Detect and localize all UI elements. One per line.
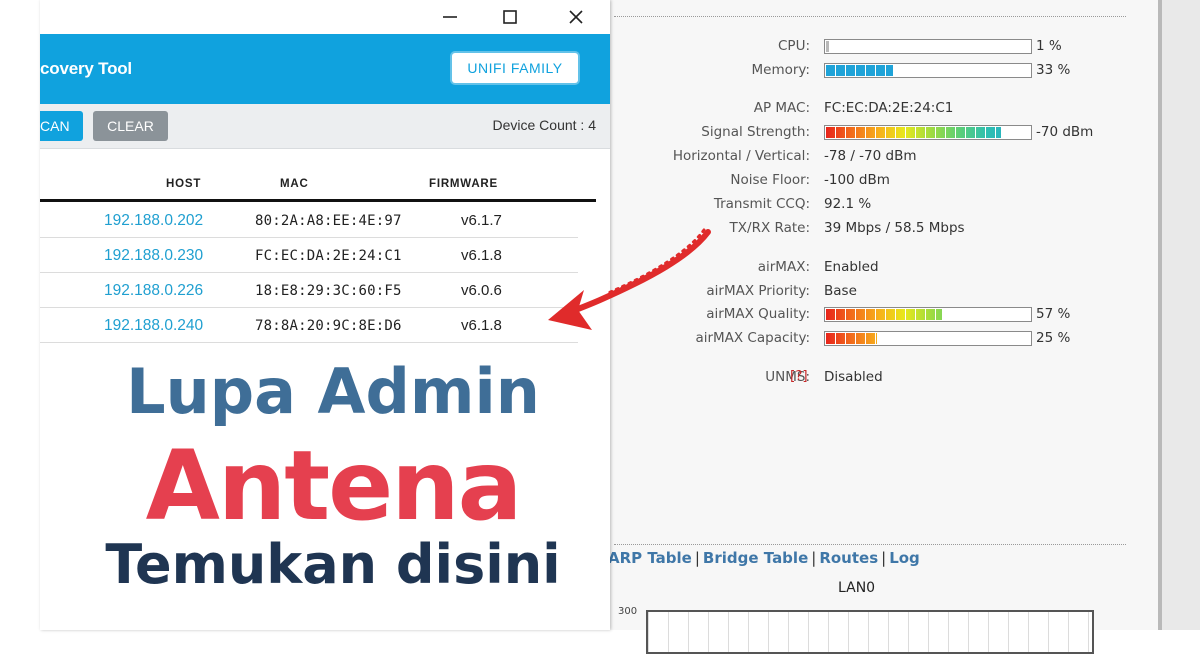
unms-help-link[interactable]: [?]	[790, 368, 808, 384]
ccq-row: Transmit CCQ: 92.1 %	[600, 194, 1120, 214]
cpu-value: 1 %	[1036, 38, 1062, 54]
cpu-bar-fill	[826, 41, 829, 52]
table-header-divider	[40, 199, 596, 202]
airmax-capacity-bar-fill	[826, 333, 877, 344]
signal-label: Signal Strength:	[701, 124, 810, 140]
airmax-label: airMAX:	[757, 259, 810, 275]
airmax-quality-value: 57 %	[1036, 306, 1071, 322]
ap-mac-label: AP MAC:	[753, 100, 810, 116]
unifi-family-button[interactable]: UNIFI FAMILY	[452, 53, 578, 83]
app-title: covery Tool	[40, 59, 132, 78]
maximize-icon[interactable]	[498, 5, 522, 29]
ap-mac-value: FC:EC:DA:2E:24:C1	[824, 100, 954, 116]
table-row[interactable]: 192.188.0.230 FC:EC:DA:2E:24:C1 v6.1.8	[40, 238, 578, 273]
host-link[interactable]: 192.188.0.226	[104, 282, 203, 300]
app-header: covery Tool UNIFI FAMILY	[40, 34, 610, 104]
horiz-vert-row: Horizontal / Vertical: -78 / -70 dBm	[600, 146, 1120, 166]
window-titlebar	[40, 0, 610, 34]
ap-mac-row: AP MAC: FC:EC:DA:2E:24:C1	[600, 98, 1120, 118]
unms-value: Disabled	[824, 369, 883, 385]
firmware-cell: v6.1.8	[461, 317, 502, 334]
airmax-priority-value: Base	[824, 283, 857, 299]
memory-value: 33 %	[1036, 62, 1071, 78]
tab-log[interactable]: Log	[889, 549, 920, 567]
airmax-priority-label: airMAX Priority:	[706, 283, 810, 299]
page-margin	[1162, 0, 1200, 630]
headline-line-1: Lupa Admin	[126, 355, 540, 428]
unms-row: UNMS: Disabled	[600, 367, 1120, 387]
memory-bar-fill	[826, 65, 893, 76]
airmax-quality-bar-fill	[826, 309, 942, 320]
toolbar: CAN CLEAR Device Count : 4	[40, 104, 610, 149]
tab-bridge-table[interactable]: Bridge Table	[703, 549, 808, 567]
mac-cell: FC:EC:DA:2E:24:C1	[255, 248, 402, 264]
red-arrow-icon	[548, 228, 711, 330]
column-header-firmware[interactable]: FIRMWARE	[429, 178, 498, 190]
memory-bar	[824, 63, 1032, 78]
noise-floor-label: Noise Floor:	[730, 172, 810, 188]
cpu-row: CPU: 1 %	[600, 36, 1120, 56]
tab-separator: |	[881, 549, 887, 567]
signal-row: Signal Strength: -70 dBm	[600, 122, 1120, 142]
airmax-quality-label: airMAX Quality:	[706, 306, 810, 322]
memory-label: Memory:	[751, 62, 810, 78]
table-row[interactable]: 192.188.0.240 78:8A:20:9C:8E:D6 v6.1.8	[40, 308, 578, 343]
mac-cell: 78:8A:20:9C:8E:D6	[255, 318, 402, 334]
tab-routes[interactable]: Routes	[819, 549, 878, 567]
noise-floor-row: Noise Floor: -100 dBm	[600, 170, 1120, 190]
table-row[interactable]: 192.188.0.226 18:E8:29:3C:60:F5 v6.0.6	[40, 273, 578, 308]
ccq-value: 92.1 %	[824, 196, 872, 212]
signal-bar	[824, 125, 1032, 140]
divider-top	[614, 16, 1126, 17]
clear-button[interactable]: CLEAR	[93, 111, 168, 141]
scan-button[interactable]: CAN	[40, 111, 83, 141]
horiz-vert-label: Horizontal / Vertical:	[672, 148, 810, 164]
tab-separator: |	[694, 549, 700, 567]
table-row[interactable]: 192.188.0.202 80:2A:A8:EE:4E:97 v6.1.7	[40, 203, 578, 238]
firmware-cell: v6.1.7	[461, 212, 502, 229]
tab-bar: ARP Table | Bridge Table | Routes | Log	[608, 549, 920, 567]
signal-bar-fill	[826, 127, 1001, 138]
host-link[interactable]: 192.188.0.202	[104, 212, 203, 230]
column-header-host[interactable]: HOST	[166, 178, 201, 190]
traffic-graph	[646, 610, 1094, 654]
mac-cell: 80:2A:A8:EE:4E:97	[255, 213, 402, 229]
headline-line-3: Temukan disini	[105, 533, 561, 596]
signal-value: -70 dBm	[1036, 124, 1094, 140]
graph-y-tick: 300	[618, 606, 638, 617]
cpu-bar	[824, 39, 1032, 54]
txrx-label: TX/RX Rate:	[729, 220, 810, 236]
noise-floor-value: -100 dBm	[824, 172, 890, 188]
mac-cell: 18:E8:29:3C:60:F5	[255, 283, 402, 299]
txrx-value: 39 Mbps / 58.5 Mbps	[824, 220, 965, 236]
tab-separator: |	[811, 549, 817, 567]
divider-bottom	[614, 544, 1126, 545]
airmax-value: Enabled	[824, 259, 879, 275]
firmware-cell: v6.0.6	[461, 282, 502, 299]
cpu-label: CPU:	[778, 38, 810, 54]
ccq-label: Transmit CCQ:	[713, 196, 810, 212]
close-icon[interactable]	[564, 5, 588, 29]
host-link[interactable]: 192.188.0.230	[104, 247, 203, 265]
minimize-icon[interactable]	[438, 5, 462, 29]
airmax-capacity-value: 25 %	[1036, 330, 1071, 346]
headline-line-2: Antena	[145, 430, 523, 542]
memory-row: Memory: 33 %	[600, 60, 1120, 80]
column-header-mac[interactable]: MAC	[280, 178, 309, 190]
horiz-vert-value: -78 / -70 dBm	[824, 148, 917, 164]
airmax-quality-bar	[824, 307, 1032, 322]
graph-title: LAN0	[838, 580, 876, 596]
device-count: Device Count : 4	[492, 117, 597, 133]
firmware-cell: v6.1.8	[461, 247, 502, 264]
airmax-capacity-bar	[824, 331, 1032, 346]
host-link[interactable]: 192.188.0.240	[104, 317, 203, 335]
